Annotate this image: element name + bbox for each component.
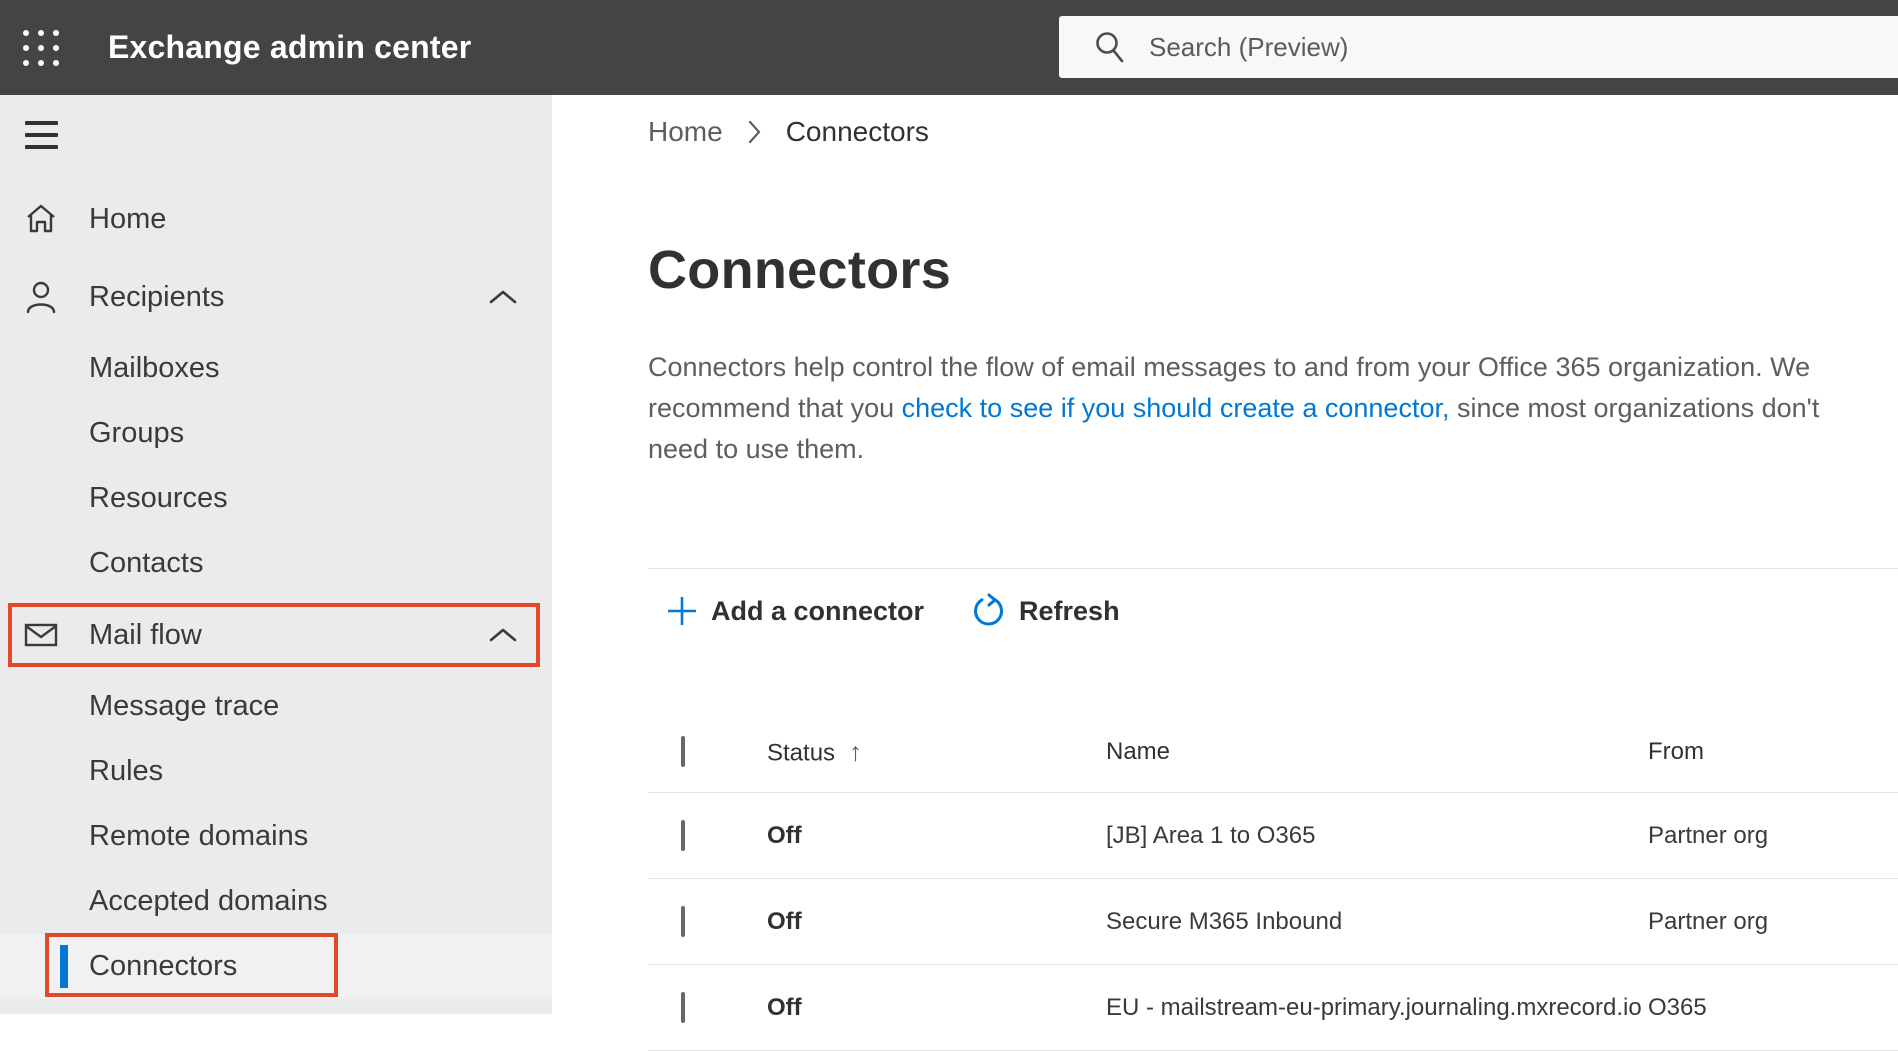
connectors-table: Status ↑ Name From Off [JB] Area 1 to O36… [552, 712, 1898, 1051]
table-row[interactable]: Off [JB] Area 1 to O365 Partner org [648, 793, 1898, 879]
row-status: Off [767, 993, 802, 1021]
sidebar-item-label: Connectors [89, 950, 238, 982]
sidebar-item-label: Remote domains [89, 820, 309, 852]
sidebar-item-message-trace[interactable]: Message trace [0, 674, 552, 739]
refresh-button[interactable]: Refresh [970, 593, 1120, 629]
row-from: Partner org [1648, 907, 1769, 935]
sidebar-item-label: Rules [89, 755, 164, 787]
sidebar-item-label: Resources [89, 482, 228, 514]
sidebar-item-label: Mail flow [89, 618, 202, 651]
app-title: Exchange admin center [108, 29, 472, 65]
table-row[interactable]: Off EU - mailstream-eu-primary.journalin… [648, 965, 1898, 1051]
left-navigation: Home Recipients Mailboxes Groups Resourc… [0, 95, 552, 1014]
sidebar-item-mail-flow[interactable]: Mail flow [0, 596, 552, 674]
row-status: Off [767, 821, 802, 849]
sidebar-item-rules[interactable]: Rules [0, 739, 552, 804]
breadcrumb-current: Connectors [785, 116, 929, 147]
sidebar-item-label: Groups [89, 417, 185, 449]
search-icon [1096, 32, 1124, 63]
row-from: Partner org [1648, 821, 1769, 849]
table-row[interactable]: Off Secure M365 Inbound Partner org [648, 879, 1898, 965]
command-bar: Add a connector Refresh [666, 587, 1120, 635]
sidebar-item-connectors[interactable]: Connectors [0, 934, 552, 999]
refresh-label: Refresh [1019, 595, 1120, 626]
column-header-status[interactable]: Status ↑ [767, 737, 862, 768]
sidebar-item-label: Mailboxes [89, 352, 220, 384]
column-header-name[interactable]: Name [1106, 738, 1170, 766]
global-search[interactable] [1059, 16, 1898, 78]
chevron-right-icon [747, 119, 762, 145]
row-from: O365 [1648, 993, 1707, 1021]
sidebar-item-contacts[interactable]: Contacts [0, 531, 552, 596]
search-input[interactable] [1149, 31, 1749, 63]
home-icon [24, 203, 58, 235]
row-status: Off [767, 907, 802, 935]
mail-envelope-icon [24, 623, 58, 647]
row-checkbox[interactable] [681, 905, 685, 937]
breadcrumb-home-link[interactable]: Home [648, 116, 723, 148]
nav-list: Home Recipients Mailboxes Groups Resourc… [0, 180, 552, 999]
sidebar-item-accepted-domains[interactable]: Accepted domains [0, 869, 552, 934]
sidebar-item-label: Contacts [89, 547, 204, 579]
sidebar-item-recipients[interactable]: Recipients [0, 258, 552, 336]
row-checkbox[interactable] [681, 991, 685, 1023]
sidebar-item-remote-domains[interactable]: Remote domains [0, 804, 552, 869]
sidebar-item-label: Accepted domains [89, 885, 328, 917]
main-content: Home Connectors Connectors Connectors he… [552, 95, 1898, 1051]
refresh-icon [974, 593, 1004, 626]
chevron-up-icon[interactable] [488, 627, 518, 643]
page-description: Connectors help control the flow of emai… [648, 347, 1866, 470]
sidebar-item-home[interactable]: Home [0, 180, 552, 258]
column-header-from[interactable]: From [1648, 738, 1704, 766]
create-connector-check-link[interactable]: check to see if you should create a conn… [902, 393, 1450, 423]
chevron-up-icon[interactable] [488, 289, 518, 305]
sort-ascending-icon: ↑ [849, 736, 863, 767]
add-connector-label: Add a connector [711, 595, 925, 626]
row-name[interactable]: EU - mailstream-eu-primary.journaling.mx… [1106, 994, 1642, 1022]
row-name[interactable]: [JB] Area 1 to O365 [1106, 822, 1315, 850]
app-launcher-waffle-icon[interactable] [18, 26, 64, 70]
sidebar-item-label: Message trace [89, 690, 280, 722]
person-icon [24, 280, 58, 314]
add-connector-button[interactable]: Add a connector [666, 595, 924, 627]
toolbar-divider [648, 568, 1898, 569]
row-checkbox[interactable] [681, 819, 685, 851]
table-header-row: Status ↑ Name From [648, 712, 1898, 793]
plus-icon [668, 597, 696, 625]
sidebar-item-resources[interactable]: Resources [0, 466, 552, 531]
sidebar-item-groups[interactable]: Groups [0, 401, 552, 466]
select-all-checkbox[interactable] [681, 736, 685, 767]
sidebar-item-label: Recipients [89, 280, 225, 313]
sidebar-item-mailboxes[interactable]: Mailboxes [0, 336, 552, 401]
hamburger-menu-icon[interactable] [25, 121, 58, 149]
sidebar-item-label: Home [89, 202, 167, 235]
page-title: Connectors [648, 240, 952, 300]
top-app-bar: Exchange admin center [0, 0, 1898, 95]
row-name[interactable]: Secure M365 Inbound [1106, 908, 1342, 936]
breadcrumb: Home Connectors [648, 115, 929, 149]
